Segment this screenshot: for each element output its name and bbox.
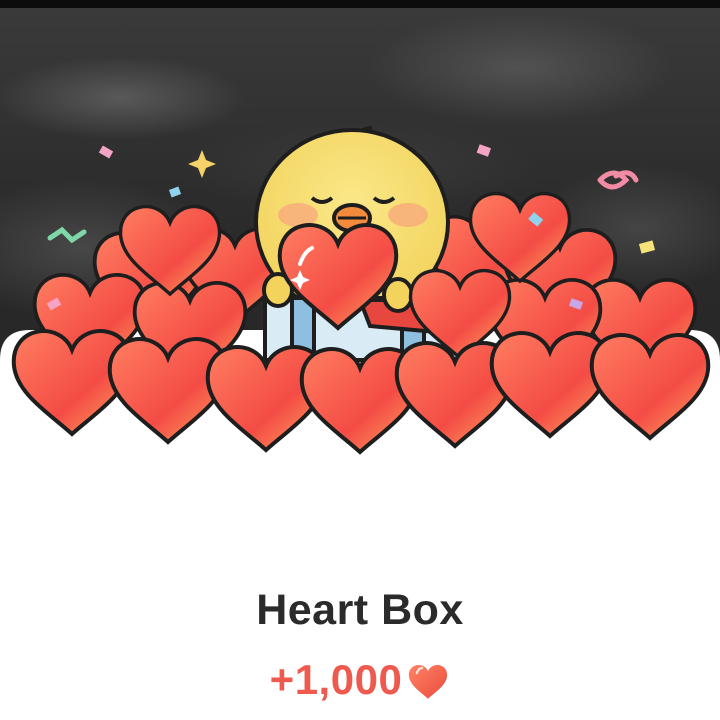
reward-title: Heart Box bbox=[256, 586, 464, 634]
reward-amount-row: +1,000 bbox=[0, 656, 720, 704]
reward-amount: +1,000 bbox=[269, 656, 403, 703]
reward-screen: Heart Box +1,000 bbox=[0, 0, 720, 720]
heart-box-illustration bbox=[0, 126, 720, 470]
heart-icon bbox=[409, 664, 448, 699]
